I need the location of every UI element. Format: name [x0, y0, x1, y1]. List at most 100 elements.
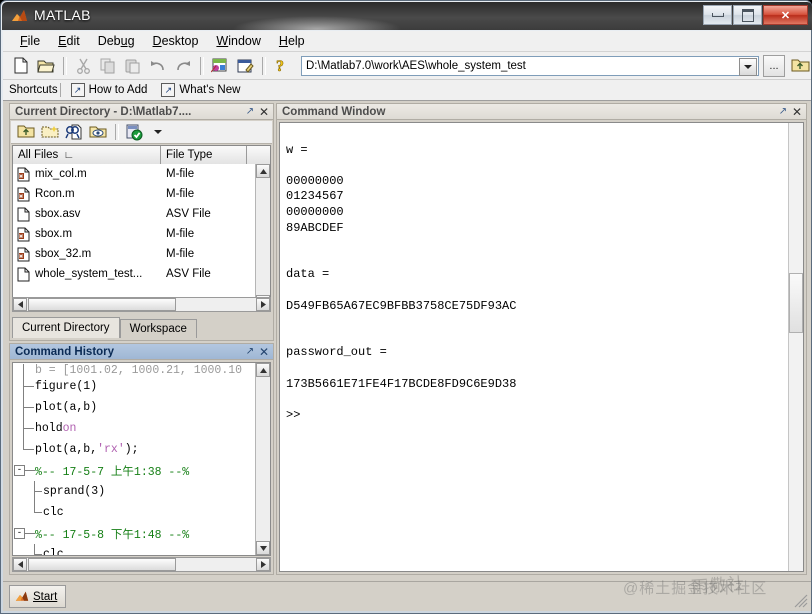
tree-branch	[23, 428, 34, 429]
tab-workspace[interactable]: Workspace	[119, 319, 197, 338]
m-file-icon	[17, 187, 30, 202]
undo-icon[interactable]	[146, 55, 170, 77]
command-history-horizontal-scrollbar[interactable]	[12, 557, 271, 572]
hscroll-thumb[interactable]	[28, 298, 176, 311]
minimize-button[interactable]	[703, 5, 732, 25]
scroll-up-icon[interactable]	[256, 363, 270, 377]
shortcut-how-to-add[interactable]: ↗ How to Add	[70, 83, 148, 97]
table-row[interactable]: sbox_32.m M-file	[13, 244, 256, 264]
cut-icon[interactable]	[71, 55, 95, 77]
find-files-icon[interactable]	[63, 122, 85, 142]
file-name-label: sbox.asv	[35, 208, 81, 220]
history-line-keyword: on	[62, 422, 77, 435]
command-window-console[interactable]: w = 00000000 01234567 00000000 89ABCDEF …	[279, 122, 804, 572]
command-history-list[interactable]: b = [1001.02, 1000.21, 1000.10 figure(1)…	[12, 362, 271, 556]
file-type-cell: M-file	[166, 188, 195, 200]
window-titlebar[interactable]: MATLAB ✕	[2, 2, 812, 30]
menu-debug[interactable]: Debug	[89, 32, 144, 50]
resize-grip-icon[interactable]	[794, 594, 808, 608]
file-list-horizontal-scrollbar[interactable]	[12, 297, 271, 312]
menu-desktop[interactable]: Desktop	[144, 32, 208, 50]
new-folder-icon[interactable]	[39, 122, 61, 142]
table-row[interactable]: sbox.asv ASV File	[13, 204, 256, 224]
maximize-button[interactable]	[733, 5, 762, 25]
close-button[interactable]: ✕	[763, 5, 808, 25]
shortcuts-separator	[59, 83, 61, 97]
copy-icon[interactable]	[96, 55, 120, 77]
undock-icon[interactable]: ↗	[776, 105, 790, 119]
menu-edit[interactable]: Edit	[49, 32, 89, 50]
command-history-vertical-scrollbar[interactable]	[255, 363, 270, 555]
shortcut-whats-new[interactable]: ↗ What's New	[161, 83, 240, 97]
tab-current-directory[interactable]: Current Directory	[12, 317, 120, 338]
undock-icon[interactable]: ↗	[243, 105, 257, 119]
menubar: File Edit Debug Desktop Window Help	[3, 31, 811, 52]
cd-toolbar-separator	[115, 124, 119, 140]
table-row[interactable]: whole_system_test... ASV File	[13, 264, 256, 284]
start-button[interactable]: Start	[9, 585, 67, 608]
command-window-panel: Command Window ↗ ✕ w = 00000000 01234567…	[276, 103, 807, 575]
redo-icon[interactable]	[171, 55, 195, 77]
command-history-header[interactable]: Command History ↗ ✕	[9, 343, 274, 360]
dropdown-caret-icon[interactable]	[147, 122, 169, 142]
close-icon[interactable]: ✕	[790, 105, 804, 119]
file-type-cell: M-file	[166, 228, 195, 240]
list-item-session[interactable]: - %-- 17-5-7 上午1:38 --%	[13, 460, 256, 481]
current-path-field[interactable]: D:\Matlab7.0\work\AES\whole_system_test	[301, 55, 759, 76]
list-item[interactable]: clc	[13, 544, 256, 555]
shortcut-whats-new-label: What's New	[179, 84, 241, 96]
command-window-header[interactable]: Command Window ↗ ✕	[276, 103, 807, 120]
paste-icon[interactable]	[121, 55, 145, 77]
command-window-vertical-scrollbar[interactable]	[788, 123, 803, 571]
menu-file[interactable]: File	[11, 32, 49, 50]
undock-icon[interactable]: ↗	[243, 345, 257, 359]
list-item[interactable]: figure(1)	[13, 376, 256, 397]
list-item[interactable]: sprand(3)	[13, 481, 256, 502]
file-type-cell: M-file	[166, 248, 195, 260]
close-icon: ✕	[780, 9, 791, 22]
table-row[interactable]: Rcon.m M-file	[13, 184, 256, 204]
open-file-icon[interactable]	[34, 55, 58, 77]
table-row[interactable]: sbox.m M-file	[13, 224, 256, 244]
hscroll-thumb[interactable]	[28, 558, 176, 571]
guide-icon[interactable]	[233, 55, 257, 77]
new-file-icon[interactable]	[9, 55, 33, 77]
list-item[interactable]: clc	[13, 502, 256, 523]
close-icon[interactable]: ✕	[257, 105, 271, 119]
scroll-left-icon[interactable]	[13, 298, 27, 311]
simulink-icon[interactable]	[208, 55, 232, 77]
list-item[interactable]: b = [1001.02, 1000.21, 1000.10	[13, 364, 256, 376]
list-item[interactable]: plot(a,b,'rx');	[13, 439, 256, 460]
path-dropdown-button[interactable]	[739, 57, 757, 76]
window-frame: MATLAB ✕ File Edit Debug Desktop Window …	[0, 0, 812, 614]
scroll-right-icon[interactable]	[256, 558, 270, 571]
column-header-filler	[247, 146, 270, 164]
add-to-path-icon[interactable]	[123, 122, 145, 142]
table-row[interactable]: mix_col.m M-file	[13, 164, 256, 184]
go-up-folder-icon[interactable]	[15, 122, 37, 142]
shortcut-how-to-add-label: How to Add	[88, 84, 148, 96]
toolbar-separator	[63, 56, 67, 75]
close-icon[interactable]: ✕	[257, 345, 271, 359]
menu-help[interactable]: Help	[270, 32, 314, 50]
current-directory-header[interactable]: Current Directory - D:\Matlab7.... ↗ ✕	[9, 103, 274, 120]
open-directory-icon[interactable]	[87, 122, 109, 142]
scroll-left-icon[interactable]	[13, 558, 27, 571]
column-header-file-type[interactable]: File Type	[161, 146, 247, 164]
up-one-level-button[interactable]	[789, 55, 811, 77]
file-list-vertical-scrollbar[interactable]	[255, 164, 270, 309]
vscroll-thumb[interactable]	[789, 273, 803, 333]
history-line-tail: );	[124, 443, 139, 456]
scroll-down-icon[interactable]	[256, 541, 270, 555]
list-item-session[interactable]: - %-- 17-5-8 下午1:48 --%	[13, 523, 256, 544]
command-history-lines: b = [1001.02, 1000.21, 1000.10 figure(1)…	[13, 363, 256, 555]
list-item[interactable]: hold on	[13, 418, 256, 439]
scroll-up-icon[interactable]	[256, 164, 270, 178]
column-header-all-files[interactable]: All Files ∟	[13, 146, 161, 164]
toolbar-separator-3	[262, 56, 266, 75]
scroll-right-icon[interactable]	[256, 298, 270, 311]
browse-folder-button[interactable]: ...	[763, 54, 785, 77]
help-icon[interactable]: ?	[270, 55, 294, 77]
list-item[interactable]: plot(a,b)	[13, 397, 256, 418]
menu-window[interactable]: Window	[207, 32, 269, 50]
